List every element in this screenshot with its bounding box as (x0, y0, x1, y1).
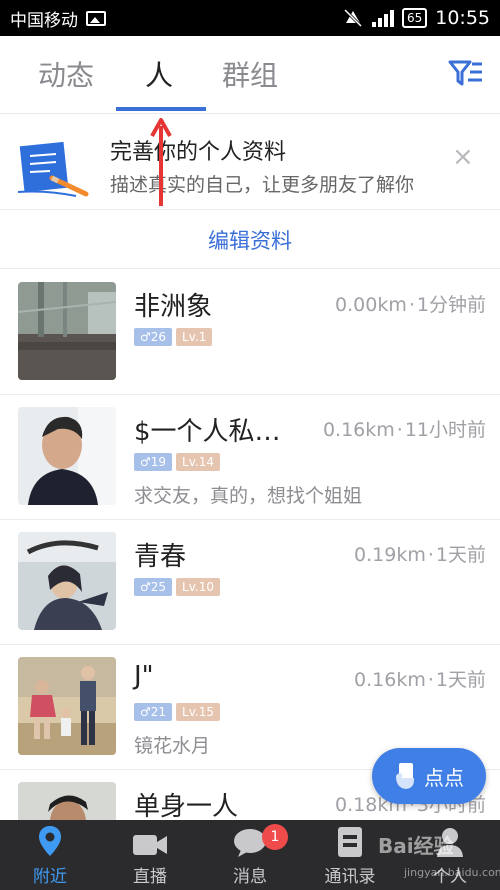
watermark-url: jingyan.baidu.com (404, 866, 500, 879)
person-name: 非洲象 (134, 292, 213, 322)
nav-label: 直播 (133, 867, 167, 887)
nav-label: 通讯录 (324, 867, 376, 887)
person-name: 单身一人 (134, 792, 239, 822)
person-name: J" (134, 661, 154, 691)
tab-people[interactable]: 人 (145, 54, 173, 94)
list-item[interactable]: 非洲象 0.00km · 1分钟前 ♂26 Lv.1 (0, 270, 500, 395)
location-pin-icon (39, 826, 61, 856)
tab-groups[interactable]: 群组 (222, 54, 278, 94)
person-bio: 求交友，真的，想找个姐姐 (134, 485, 363, 507)
avatar (18, 282, 116, 380)
document-pen-icon (17, 141, 89, 197)
distance: 0.16km (322, 419, 395, 441)
gender-age-badge: ♂26 (134, 328, 173, 346)
list-item[interactable]: $一个人私… 0.16km · 11小时前 ♂19 Lv.14 求交友，真的，想找个… (0, 395, 500, 520)
badges: ♂25 Lv.10 (134, 578, 220, 596)
image-notification-icon (86, 10, 106, 26)
filter-icon[interactable] (448, 58, 484, 88)
avatar (18, 407, 116, 505)
last-active-time: 1分钟前 (416, 294, 486, 316)
person-bio: 镜花水月 (134, 735, 211, 757)
separator-dot: · (396, 419, 403, 441)
signal-strength-icon (371, 9, 394, 27)
separator-dot: · (427, 669, 434, 691)
watermark-logo: Bai经验 (378, 834, 454, 858)
diandian-label: 点点 (424, 765, 464, 790)
last-active-time: 1天前 (435, 544, 486, 566)
mute-icon (343, 8, 363, 28)
avatar (18, 657, 116, 755)
nav-live[interactable]: 直播 (100, 820, 200, 890)
separator-dot: · (427, 544, 434, 566)
contacts-book-icon (338, 827, 362, 857)
active-tab-indicator (116, 107, 206, 111)
level-badge: Lv.1 (176, 328, 213, 346)
video-camera-icon (133, 835, 167, 855)
distance-time: 0.00km · 1分钟前 (335, 290, 486, 317)
complete-profile-banner: 完善你的个人资料 描述真实的自己，让更多朋友了解你 × (0, 116, 500, 210)
gender-age-badge: ♂21 (134, 703, 173, 721)
unread-badge: 1 (262, 824, 288, 850)
nav-messages[interactable]: 消息 1 (200, 820, 300, 890)
person-name: 青春 (134, 542, 187, 572)
close-icon[interactable]: × (452, 142, 474, 172)
nav-label: 附近 (33, 867, 67, 887)
distance: 0.00km (335, 294, 407, 316)
hand-card-icon (396, 763, 414, 789)
gender-age-badge: ♂25 (134, 578, 173, 596)
distance: 0.19km (354, 544, 426, 566)
banner-title: 完善你的个人资料 (110, 140, 287, 165)
nav-nearby[interactable]: 附近 (0, 820, 100, 890)
last-active-time: 1天前 (435, 669, 486, 691)
clock: 10:55 (435, 7, 490, 29)
distance-time: 0.16km · 1天前 (354, 665, 486, 692)
badges: ♂19 Lv.14 (134, 453, 220, 471)
distance-time: 0.16km · 11小时前 (323, 415, 486, 442)
level-badge: Lv.14 (176, 453, 220, 471)
edit-profile-row[interactable]: 编辑资料 (0, 211, 500, 269)
nav-label: 消息 (233, 867, 267, 887)
top-tab-bar: 动态 人 群组 (0, 36, 500, 114)
badges: ♂26 Lv.1 (134, 328, 213, 346)
status-bar: 中国移动 65 10:55 (0, 0, 500, 36)
red-annotation-arrow (150, 118, 172, 206)
list-item[interactable]: 青春 0.19km · 1天前 ♂25 Lv.10 (0, 520, 500, 645)
avatar (18, 532, 116, 630)
distance: 0.16km (354, 669, 426, 691)
tab-dynamics[interactable]: 动态 (38, 54, 94, 94)
distance-time: 0.19km · 1天前 (354, 540, 486, 567)
separator-dot: · (408, 294, 415, 316)
battery-icon: 65 (401, 8, 428, 28)
person-name: $一个人私… (134, 417, 281, 447)
app-screen: 中国移动 65 10:55 动态 人 群组 完善你的个人资料 描述真实的自己，让… (0, 0, 500, 890)
badges: ♂21 Lv.15 (134, 703, 220, 721)
carrier-name: 中国移动 (10, 10, 78, 31)
diandian-button[interactable]: 点点 (372, 748, 486, 804)
gender-age-badge: ♂19 (134, 453, 173, 471)
level-badge: Lv.10 (176, 578, 220, 596)
last-active-time: 11小时前 (404, 419, 486, 441)
edit-profile-link[interactable]: 编辑资料 (208, 225, 292, 255)
level-badge: Lv.15 (176, 703, 220, 721)
